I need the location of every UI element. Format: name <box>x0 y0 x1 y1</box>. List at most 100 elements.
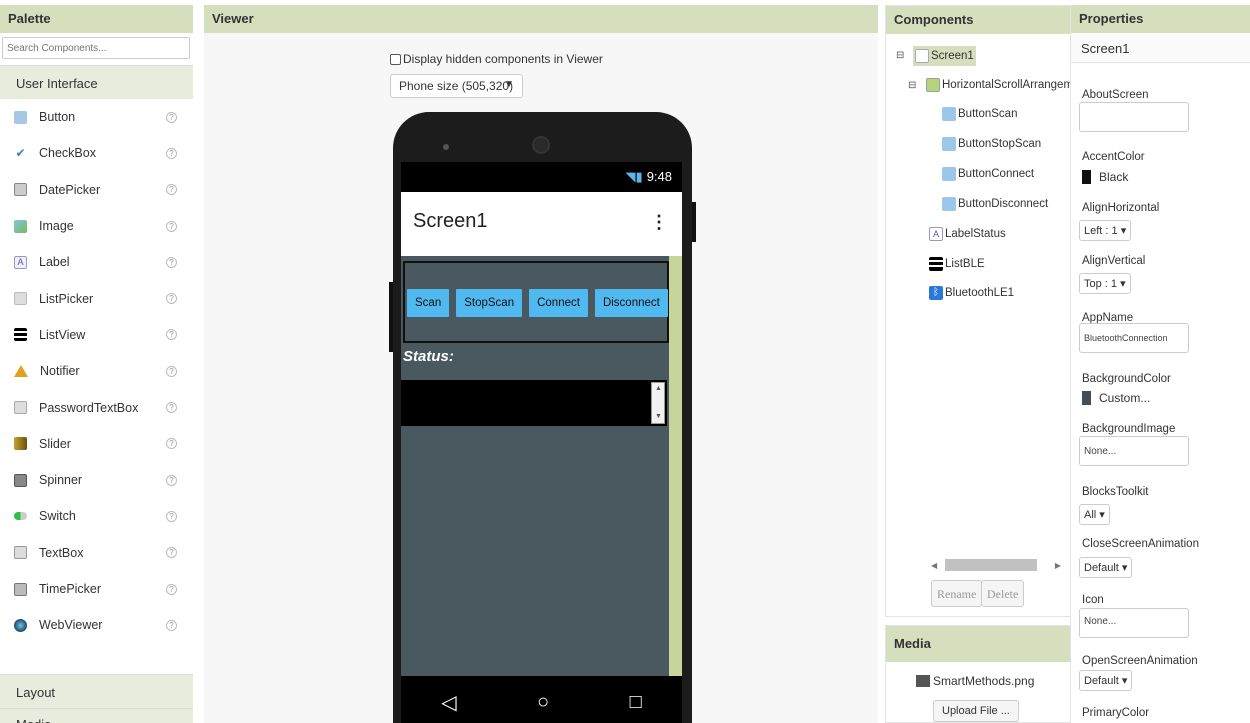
palette-item-label: Label <box>39 255 70 270</box>
closescreenanimation-dropdown[interactable]: Default ▾ <box>1079 557 1133 578</box>
overflow-menu-icon[interactable]: ⋮ <box>650 212 668 233</box>
tree-label: HorizontalScrollArrangem <box>942 79 1074 91</box>
openscreenanimation-dropdown[interactable]: Default ▾ <box>1079 670 1133 691</box>
tree-node-bluetoothle1[interactable]: ᛒ BluetoothLE1 <box>929 286 1014 300</box>
palette-item-textbox[interactable]: TextBox? <box>0 535 193 571</box>
palette-item-webviewer[interactable]: WebViewer? <box>0 607 193 643</box>
search-components-input[interactable] <box>2 37 190 59</box>
list-scrollbar[interactable]: ▲ ▼ <box>651 382 665 424</box>
palette-item-label: Spinner <box>39 473 83 488</box>
palette-item-slider[interactable]: Slider? <box>0 426 193 462</box>
notifier-icon <box>14 365 28 378</box>
tree-node-screen1[interactable]: Screen1 <box>913 46 976 66</box>
alignvertical-dropdown[interactable]: Top : 1 ▾ <box>1079 273 1131 294</box>
backgroundimage-input[interactable]: None... <box>1079 436 1189 466</box>
help-icon[interactable]: ? <box>166 184 177 196</box>
tree-node-buttonconnect[interactable]: ButtonConnect <box>942 167 1034 181</box>
palette-item-label: Image <box>39 219 74 234</box>
help-icon[interactable]: ? <box>166 619 177 631</box>
screen-canvas[interactable]: Scan StopScan Connect Disconnect Status:… <box>401 256 682 676</box>
scroll-left-icon[interactable]: ◀ <box>931 561 937 570</box>
screen-title: Screen1 <box>413 210 488 232</box>
palette-item-switch[interactable]: Switch? <box>0 498 193 534</box>
alignhorizontal-dropdown[interactable]: Left : 1 ▾ <box>1079 220 1132 241</box>
palette-item-listpicker[interactable]: ListPicker? <box>0 280 193 316</box>
tree-node-labelstatus[interactable]: A LabelStatus <box>929 227 1006 241</box>
help-icon[interactable]: ? <box>166 329 177 341</box>
help-icon[interactable]: ? <box>166 256 177 268</box>
category-user-interface[interactable]: User Interface <box>0 65 193 99</box>
status-label[interactable]: Status: <box>403 348 454 365</box>
help-icon[interactable]: ? <box>166 293 177 305</box>
nav-recent-icon: □ <box>629 690 642 713</box>
slider-icon <box>14 437 27 451</box>
scan-button[interactable]: Scan <box>407 289 450 317</box>
scroll-up-icon[interactable]: ▲ <box>655 385 662 392</box>
palette-item-checkbox[interactable]: ✔ CheckBox? <box>0 135 193 171</box>
prop-blockstoolkit-label: BlocksToolkit <box>1082 486 1149 498</box>
disconnect-button[interactable]: Disconnect <box>594 289 668 317</box>
checkbox-box[interactable] <box>390 53 401 65</box>
collapse-icon[interactable]: ⊟ <box>908 80 916 91</box>
button-icon <box>942 167 956 181</box>
help-icon[interactable]: ? <box>166 474 177 486</box>
stopscan-button[interactable]: StopScan <box>456 289 523 317</box>
collapse-icon[interactable]: ⊟ <box>896 50 904 61</box>
icon-input[interactable]: None... <box>1079 608 1189 638</box>
category-layout[interactable]: Layout <box>0 674 193 708</box>
phone-camera <box>532 136 550 154</box>
viewer-panel: Viewer Display hidden components in View… <box>204 5 878 723</box>
switch-icon <box>14 512 27 521</box>
accentcolor-picker[interactable]: Black <box>1082 170 1128 184</box>
prop-backgroundcolor-label: BackgroundColor <box>1082 373 1171 385</box>
help-icon[interactable]: ? <box>166 111 177 123</box>
display-hidden-checkbox[interactable]: Display hidden components in Viewer <box>390 52 603 66</box>
palette-item-label: Slider <box>39 436 71 451</box>
help-icon[interactable]: ? <box>166 438 177 450</box>
palette-item-notifier[interactable]: Notifier? <box>0 353 193 389</box>
tree-node-listble[interactable]: ListBLE <box>929 257 985 271</box>
phone-size-select[interactable]: Phone size (505,320) ▼ <box>390 74 523 98</box>
help-icon[interactable]: ? <box>166 583 177 595</box>
horizontal-scroll-arrangement[interactable]: Scan StopScan Connect Disconnect <box>403 261 669 343</box>
scroll-down-icon[interactable]: ▼ <box>655 413 662 420</box>
category-media[interactable]: Media <box>0 708 193 723</box>
scroll-thumb[interactable] <box>945 559 1037 571</box>
aboutscreen-textarea[interactable] <box>1079 102 1189 132</box>
help-icon[interactable]: ? <box>166 147 177 159</box>
palette-item-image[interactable]: Image? <box>0 208 193 244</box>
appname-input[interactable]: BluetoothConnection <box>1079 323 1189 353</box>
tree-node-buttondisconnect[interactable]: ButtonDisconnect <box>942 197 1048 211</box>
button-icon <box>942 137 956 151</box>
palette-item-label[interactable]: A Label? <box>0 244 193 280</box>
scroll-right-icon[interactable]: ▶ <box>1055 561 1061 570</box>
media-file-item[interactable]: SmartMethods.png <box>916 674 1034 688</box>
tree-node-buttonscan[interactable]: ButtonScan <box>942 107 1017 121</box>
upload-file-button[interactable]: Upload File ... <box>933 700 1019 722</box>
palette-item-spinner[interactable]: Spinner? <box>0 462 193 498</box>
palette-item-button[interactable]: Button? <box>0 99 193 135</box>
backgroundcolor-picker[interactable]: Custom... <box>1082 391 1150 405</box>
rename-button[interactable]: Rename <box>931 580 983 607</box>
palette-item-listview[interactable]: ListView? <box>0 317 193 353</box>
tree-label: LabelStatus <box>945 228 1006 240</box>
tree-label: ButtonConnect <box>958 168 1035 180</box>
help-icon[interactable]: ? <box>166 220 177 232</box>
connect-button[interactable]: Connect <box>529 289 588 317</box>
blockstoolkit-dropdown[interactable]: All ▾ <box>1079 504 1110 525</box>
palette-item-passwordtextbox[interactable]: PasswordTextBox? <box>0 389 193 425</box>
palette-item-timepicker[interactable]: TimePicker? <box>0 571 193 607</box>
help-icon[interactable]: ? <box>166 402 177 414</box>
tree-node-buttonstopscan[interactable]: ButtonStopScan <box>942 137 1041 151</box>
help-icon[interactable]: ? <box>166 510 177 522</box>
components-header: Components <box>886 6 1073 34</box>
list-ble-view[interactable]: ▲ ▼ <box>401 380 667 426</box>
image-icon <box>14 219 27 233</box>
help-icon[interactable]: ? <box>166 547 177 559</box>
palette-item-datepicker[interactable]: DatePicker? <box>0 172 193 208</box>
viewer-header: Viewer <box>204 5 878 33</box>
delete-button[interactable]: Delete <box>981 580 1025 607</box>
help-icon[interactable]: ? <box>166 365 177 377</box>
tree-node-hsa[interactable]: HorizontalScrollArrangem <box>926 78 1073 92</box>
tree-horizontal-scrollbar[interactable]: ◀ ▶ <box>931 558 1061 572</box>
